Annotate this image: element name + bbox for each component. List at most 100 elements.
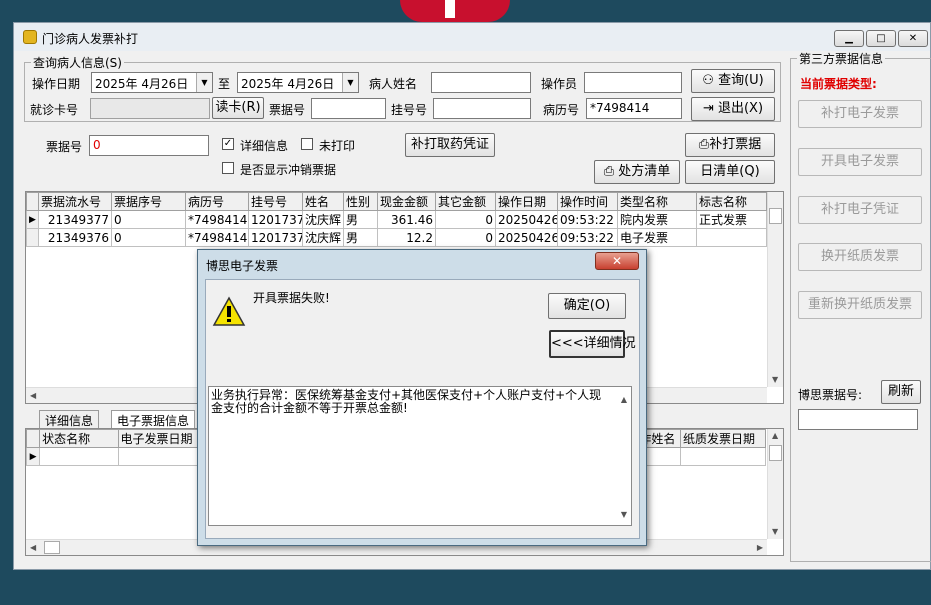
- invoice-table: 票据流水号 票据序号 病历号 挂号号 姓名 性别 现金金额 其它金额 操作日期 操作时间 类型名称标…: [26, 192, 767, 247]
- table-cell[interactable]: 院内发票: [617, 210, 697, 229]
- reprint-e-voucher-button[interactable]: 补打电子凭证: [798, 196, 922, 224]
- scroll-left-icon[interactable]: ◀: [30, 543, 36, 552]
- tab-detail-info[interactable]: 详细信息: [39, 410, 100, 428]
- table-cell[interactable]: 1201737: [248, 210, 303, 229]
- grid-col-header[interactable]: 类型名称: [617, 192, 697, 211]
- reprint-voucher-button[interactable]: 补打取药凭证: [405, 133, 495, 157]
- table-cell[interactable]: 20250426: [495, 210, 558, 229]
- reprint-invoice-button[interactable]: ⎙补打票据: [685, 133, 775, 157]
- detail-checkbox[interactable]: ✓: [222, 138, 234, 150]
- card-input[interactable]: [90, 98, 210, 119]
- table-cell[interactable]: 361.46: [377, 210, 436, 229]
- error-detail-textarea[interactable]: 业务执行异常：医保统筹基金支付+其他医保支付+个人账户支付+个人现金支付的合计金…: [208, 386, 632, 526]
- scroll-thumb[interactable]: [769, 208, 782, 224]
- ok-button[interactable]: 确定(O): [548, 293, 626, 319]
- table-cell[interactable]: 正式发票: [696, 210, 767, 229]
- scroll-down-icon[interactable]: ▼: [772, 375, 778, 384]
- table-cell[interactable]: *7498414: [185, 210, 249, 229]
- table-cell[interactable]: 20250426: [495, 228, 558, 247]
- scroll-right-icon[interactable]: ▶: [757, 543, 763, 552]
- issue-e-invoice-button[interactable]: 开具电子发票: [798, 148, 922, 176]
- maximize-button[interactable]: □: [866, 30, 896, 47]
- chevron-down-icon[interactable]: ▼: [342, 73, 358, 92]
- record-no-input[interactable]: *7498414: [586, 98, 682, 119]
- table-cell[interactable]: 21349376: [38, 228, 112, 247]
- grid-col-header[interactable]: 病历号: [185, 192, 249, 211]
- query-button[interactable]: ⚇ 查询(U): [691, 69, 775, 93]
- close-button[interactable]: ✕: [898, 30, 928, 47]
- scroll-up-icon[interactable]: ▲: [772, 431, 778, 440]
- table-cell[interactable]: 09:53:22: [557, 210, 618, 229]
- table-cell[interactable]: 12.2: [377, 228, 436, 247]
- table-row[interactable]: 21349376 0 *7498414 1201737 沈庆辉男 12.2 0 2025042…: [26, 228, 767, 247]
- grid-col-header[interactable]: 票据流水号: [38, 192, 112, 211]
- grid-col-header[interactable]: 票据序号: [111, 192, 186, 211]
- read-card-button[interactable]: 读卡(R): [212, 97, 264, 119]
- scroll-down-icon[interactable]: ▼: [621, 508, 627, 521]
- tab-e-invoice-info[interactable]: 电子票据信息: [111, 410, 196, 428]
- refresh-button[interactable]: 刷新: [881, 380, 921, 404]
- table-cell[interactable]: 09:53:22: [557, 228, 618, 247]
- scroll-thumb[interactable]: [44, 541, 60, 554]
- table-cell[interactable]: [696, 228, 767, 247]
- invoice-no-input[interactable]: [311, 98, 386, 119]
- details-toggle-button[interactable]: <<<详细情况: [549, 330, 636, 358]
- exit-button-label: 退出(X): [717, 101, 764, 116]
- grid-col-header[interactable]: 姓名: [302, 192, 344, 211]
- prescription-button[interactable]: ⎙ 处方清单: [594, 160, 680, 184]
- vertical-scrollbar[interactable]: ▲ ▼: [767, 429, 783, 539]
- table-cell[interactable]: 男: [343, 210, 378, 229]
- scroll-down-icon[interactable]: ▼: [772, 527, 778, 536]
- invoice-no-label: 票据号: [269, 103, 306, 117]
- date-to-picker[interactable]: 2025年 4月26日 ▼: [237, 72, 359, 93]
- scroll-up-icon[interactable]: ▲: [621, 393, 627, 406]
- exit-button[interactable]: ⇥ 退出(X): [691, 97, 775, 121]
- patient-name-input[interactable]: [431, 72, 531, 93]
- dialog-close-icon[interactable]: ✕: [595, 252, 639, 270]
- table-cell[interactable]: 0: [435, 228, 496, 247]
- re-exchange-paper-invoice-button[interactable]: 重新换开纸质发票: [798, 291, 922, 319]
- exchange-paper-invoice-button[interactable]: 换开纸质发票: [798, 243, 922, 271]
- reg-no-input[interactable]: [433, 98, 531, 119]
- patient-name-label: 病人姓名: [369, 77, 418, 91]
- show-offset-checkbox[interactable]: [222, 162, 234, 174]
- grid-col-header[interactable]: 操作时间: [557, 192, 618, 211]
- minimize-button[interactable]: ▁: [834, 30, 864, 47]
- dialog-title: 博思电子发票: [206, 259, 279, 273]
- vertical-scrollbar[interactable]: ▼: [767, 192, 783, 387]
- warning-icon: [212, 296, 246, 326]
- operator-input[interactable]: [584, 72, 682, 93]
- daily-list-button[interactable]: 日清单(Q): [685, 160, 775, 184]
- ticket-label: 票据号: [46, 140, 83, 154]
- date-from-picker[interactable]: 2025年 4月26日 ▼: [91, 72, 213, 93]
- table-cell[interactable]: 21349377: [38, 210, 112, 229]
- table-cell[interactable]: *7498414: [185, 228, 249, 247]
- table-cell[interactable]: 男: [343, 228, 378, 247]
- scroll-left-icon[interactable]: ◀: [30, 391, 36, 400]
- col-status-name: 状态名称: [39, 429, 119, 448]
- operator-label: 操作员: [541, 77, 578, 91]
- grid-col-header[interactable]: 性别: [343, 192, 378, 211]
- window-title: 门诊病人发票补打: [42, 32, 139, 46]
- table-cell[interactable]: 0: [111, 228, 186, 247]
- table-cell[interactable]: 1201737: [248, 228, 303, 247]
- table-cell[interactable]: 0: [111, 210, 186, 229]
- error-detail-text: 业务执行异常：医保统筹基金支付+其他医保支付+个人账户支付+个人现金支付的合计金…: [211, 388, 602, 415]
- table-cell[interactable]: 沈庆辉: [302, 210, 344, 229]
- grid-col-header[interactable]: 其它金额: [435, 192, 496, 211]
- table-cell[interactable]: 沈庆辉: [302, 228, 344, 247]
- reprint-invoice-label: 补打票据: [709, 137, 762, 152]
- scroll-thumb[interactable]: [769, 445, 782, 461]
- grid-col-header[interactable]: 标志名称: [696, 192, 767, 211]
- ticket-input[interactable]: 0: [89, 135, 209, 156]
- table-cell[interactable]: 0: [435, 210, 496, 229]
- bosi-no-input[interactable]: [798, 409, 918, 430]
- grid-col-header[interactable]: 操作日期: [495, 192, 558, 211]
- table-cell[interactable]: 电子发票: [617, 228, 697, 247]
- grid-col-header[interactable]: 现金金额: [377, 192, 436, 211]
- table-row[interactable]: ▶ 21349377 0 *7498414 1201737 沈庆辉男 361.46 0 2025…: [26, 210, 767, 229]
- grid-col-header[interactable]: 挂号号: [248, 192, 303, 211]
- unprinted-checkbox[interactable]: [301, 138, 313, 150]
- chevron-down-icon[interactable]: ▼: [196, 73, 212, 92]
- reprint-e-invoice-button[interactable]: 补打电子发票: [798, 100, 922, 128]
